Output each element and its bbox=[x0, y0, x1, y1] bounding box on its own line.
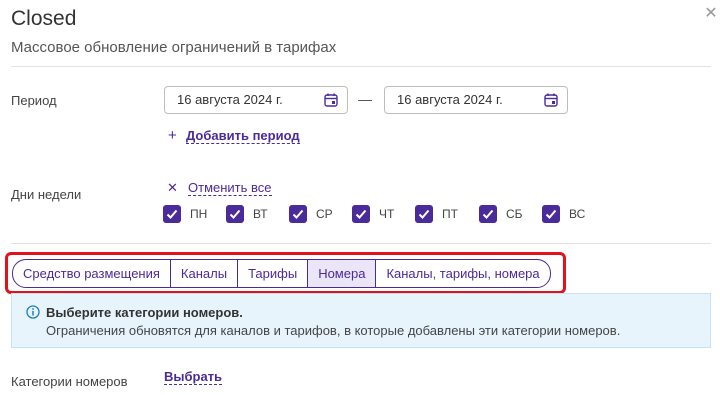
divider bbox=[11, 66, 711, 67]
select-room-categories-button[interactable]: Выбрать bbox=[164, 369, 223, 385]
add-period-button[interactable]: + Добавить период bbox=[168, 127, 300, 144]
add-period-label: Добавить период bbox=[186, 128, 300, 144]
checkbox-checked-icon bbox=[163, 205, 181, 223]
info-text: Ограничения обновятся для каналов и тари… bbox=[46, 323, 621, 338]
cancel-all-button[interactable]: ✕ Отменить все bbox=[167, 180, 272, 196]
weekdays-label: Дни недели bbox=[11, 187, 82, 202]
checkbox-checked-icon bbox=[289, 205, 307, 223]
checkbox-checked-icon bbox=[479, 205, 497, 223]
tab-property[interactable]: Средство размещения bbox=[13, 260, 171, 287]
checkbox-label: СБ bbox=[506, 207, 523, 221]
checkbox-label: СР bbox=[316, 207, 333, 221]
checkbox-checked-icon bbox=[226, 205, 244, 223]
plus-icon: + bbox=[168, 127, 177, 144]
info-heading: Выберите категории номеров. bbox=[46, 305, 243, 320]
date-to-value: 16 августа 2024 г. bbox=[397, 92, 503, 107]
checkbox-label: ПН bbox=[190, 207, 208, 221]
room-categories-label: Категории номеров bbox=[11, 374, 128, 389]
tab-channels[interactable]: Каналы bbox=[171, 260, 239, 287]
date-range-dash bbox=[358, 100, 372, 101]
tab-channels-rates-rooms[interactable]: Каналы, тарифы, номера bbox=[376, 260, 549, 287]
close-icon[interactable]: ✕ bbox=[703, 6, 719, 22]
tab-rooms[interactable]: Номера bbox=[308, 260, 377, 287]
checkbox-label: ПТ bbox=[442, 207, 458, 221]
checkbox-checked-icon bbox=[542, 205, 560, 223]
divider bbox=[11, 243, 711, 244]
scope-tabs: Средство размещения Каналы Тарифы Номера… bbox=[12, 259, 551, 288]
period-label: Период bbox=[11, 93, 57, 108]
checkbox-checked-icon bbox=[415, 205, 433, 223]
info-icon bbox=[26, 305, 40, 319]
calendar-icon[interactable] bbox=[323, 92, 339, 108]
date-to-input[interactable]: 16 августа 2024 г. bbox=[384, 86, 568, 114]
checkbox-checked-icon bbox=[352, 205, 370, 223]
modal-title: Closed bbox=[11, 7, 77, 30]
date-from-input[interactable]: 16 августа 2024 г. bbox=[164, 86, 348, 114]
checkbox-label: ЧТ bbox=[379, 207, 395, 221]
info-panel: Выберите категории номеров. Ограничения … bbox=[11, 293, 711, 348]
checkbox-label: ВТ bbox=[253, 207, 268, 221]
close-icon: ✕ bbox=[167, 180, 178, 195]
checkbox-label: ВС bbox=[569, 207, 586, 221]
date-from-value: 16 августа 2024 г. bbox=[177, 92, 283, 107]
calendar-icon[interactable] bbox=[543, 92, 559, 108]
tab-rates[interactable]: Тарифы bbox=[238, 260, 309, 287]
cancel-all-label: Отменить все bbox=[188, 180, 272, 196]
modal-subtitle: Массовое обновление ограничений в тарифа… bbox=[11, 39, 337, 56]
